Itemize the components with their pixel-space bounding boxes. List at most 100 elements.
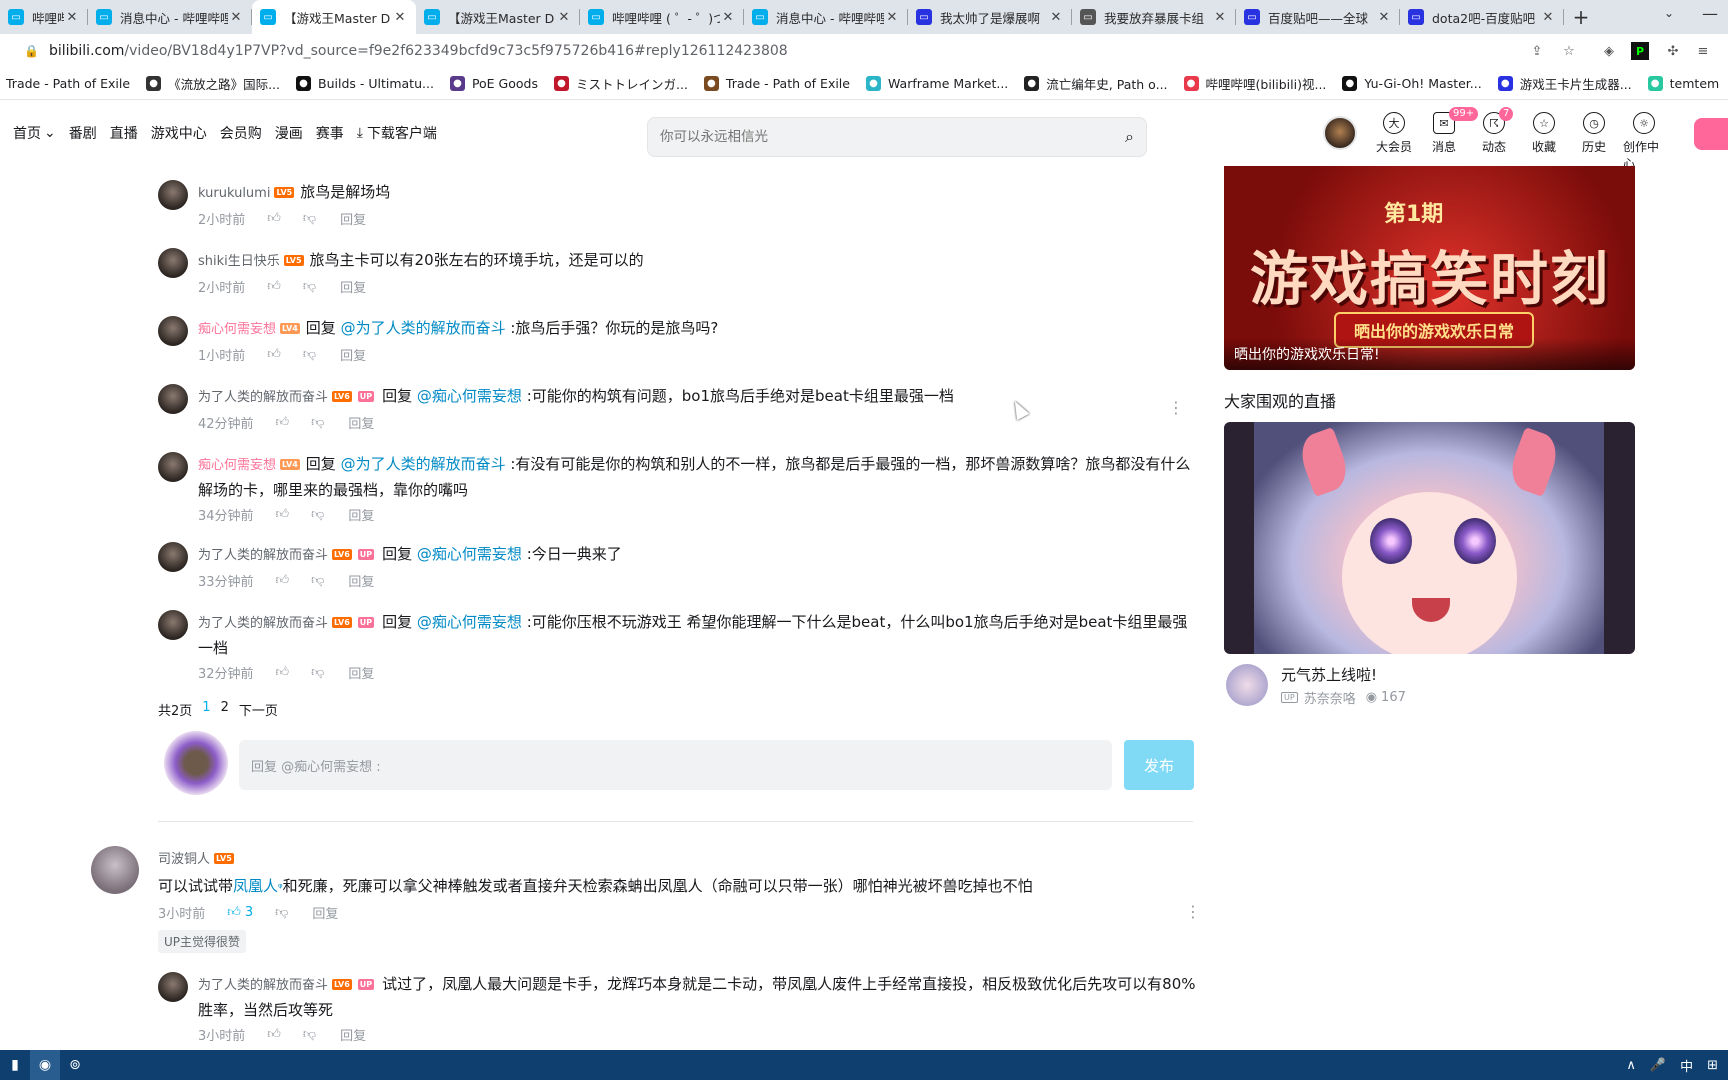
tab-close-icon[interactable]: ✕ <box>392 10 408 25</box>
dislike-icon[interactable]: 👎︎ <box>311 507 324 522</box>
bookmark-item[interactable]: ● ミストトレインガ... <box>553 74 688 93</box>
browser-tab[interactable]: ▭ 【游戏王Master D ✕ <box>416 0 580 34</box>
reply-avatar[interactable] <box>158 610 188 640</box>
extension-p-icon[interactable]: P <box>1631 42 1649 60</box>
reply-button[interactable]: 回复 <box>348 505 374 524</box>
bookmark-item[interactable]: ● PoE Goods <box>449 76 538 91</box>
tab-close-icon[interactable]: ✕ <box>64 10 80 25</box>
nav-item[interactable]: 首页 ⌄ <box>13 123 56 143</box>
reply-username[interactable]: 为了人类的解放而奋斗 <box>198 390 328 405</box>
reply-username[interactable]: 为了人类的解放而奋斗 <box>198 978 328 993</box>
reply-username[interactable]: 痴心何需妄想 <box>198 322 276 337</box>
like-icon[interactable]: 👍︎ <box>267 347 281 362</box>
streamer-name[interactable]: 苏奈奈咯 <box>1304 688 1356 707</box>
reply-input[interactable]: 回复 @痴心何需妄想 : <box>239 740 1112 790</box>
tab-close-icon[interactable]: ✕ <box>1376 10 1392 25</box>
reply-button[interactable]: 回复 <box>340 345 366 364</box>
like-icon[interactable]: 👍︎ <box>276 507 290 522</box>
nav-item[interactable]: 番剧 <box>69 123 97 143</box>
dislike-icon[interactable]: 👎︎ <box>311 415 324 430</box>
page-link[interactable]: 1 <box>202 700 210 719</box>
reply-button[interactable]: 回复 <box>312 903 338 922</box>
microphone-icon[interactable]: 🎤 <box>1650 1058 1666 1073</box>
reply-button[interactable]: 回复 <box>348 663 374 682</box>
window-minimize-icon[interactable]: — <box>1702 4 1718 23</box>
browser-tab[interactable]: ▭ 我太帅了是爆展啊 ✕ <box>908 0 1072 34</box>
like-icon[interactable]: 👍︎ <box>267 211 281 226</box>
browser-tab[interactable]: ▭ 我要放弃暴展卡组 ✕ <box>1072 0 1236 34</box>
tab-close-icon[interactable]: ✕ <box>720 10 736 25</box>
mention-link[interactable]: @痴心何需妄想 <box>417 545 522 563</box>
bookmark-item[interactable]: ● 《流放之路》国际... <box>146 74 280 93</box>
nav-item[interactable]: 直播 <box>110 123 138 143</box>
more-options-icon[interactable]: ⋮ <box>1185 902 1201 921</box>
dislike-icon[interactable]: 👎︎ <box>311 665 324 680</box>
chrome-taskbar-icon[interactable]: ◉ <box>30 1050 60 1080</box>
search-keyword-link[interactable]: 凤凰人 <box>233 877 278 895</box>
search-box[interactable]: ⌕ <box>647 117 1147 157</box>
search-icon[interactable]: ⌕ <box>1125 127 1134 147</box>
reply-button[interactable]: 回复 <box>348 571 374 590</box>
app-taskbar-icon[interactable]: ⊚ <box>60 1050 90 1080</box>
tab-close-icon[interactable]: ✕ <box>1212 10 1228 25</box>
reply-avatar[interactable] <box>158 384 188 414</box>
dislike-icon[interactable]: 👎︎ <box>303 211 316 226</box>
like-icon[interactable]: 👍︎ <box>227 905 241 920</box>
tray-chevron-icon[interactable]: ∧ <box>1626 1058 1636 1073</box>
browser-tab[interactable]: ▭ 哔哩哔哩 ( ゜- ゜)つ ✕ <box>580 0 744 34</box>
mention-link[interactable]: @为了人类的解放而奋斗 <box>341 455 506 473</box>
bookmark-item[interactable]: ● Warframe Market... <box>865 76 1008 91</box>
bookmark-item[interactable]: ● temtem <box>1647 76 1719 91</box>
nav-item[interactable]: 游戏中心 <box>151 123 207 143</box>
reply-username[interactable]: kurukulumi <box>198 186 270 201</box>
nav-item[interactable]: 会员购 <box>220 123 262 143</box>
browser-tab[interactable]: ▭ 【游戏王Master D ✕ <box>252 0 416 34</box>
comment-avatar[interactable] <box>91 846 139 894</box>
send-button[interactable]: 发布 <box>1124 740 1194 790</box>
tab-close-icon[interactable]: ✕ <box>556 10 572 25</box>
reading-list-icon[interactable]: ≡ <box>1694 42 1712 60</box>
bookmark-item[interactable]: ● 流亡编年史, Path o... <box>1024 74 1168 93</box>
url-text[interactable]: bilibili.com/video/BV18d4y1P7VP?vd_sourc… <box>49 43 788 59</box>
search-input[interactable] <box>660 129 1126 145</box>
dislike-icon[interactable]: 👎︎ <box>311 573 324 588</box>
activity-banner[interactable]: 第1期 游戏搞笑时刻 晒出你的游戏欢乐日常 晒出你的游戏欢乐日常! <box>1224 166 1635 370</box>
bookmark-item[interactable]: ● 游戏王卡片生成器... <box>1497 74 1632 93</box>
dislike-icon[interactable]: 👎︎ <box>303 347 316 362</box>
reply-avatar[interactable] <box>158 452 188 482</box>
header-icon-2[interactable]: ☈ 7 动态 <box>1473 107 1515 155</box>
bookmark-item[interactable]: ● Trade - Path of Exile <box>703 76 850 91</box>
address-bar[interactable]: 🔒 bilibili.com/video/BV18d4y1P7VP?vd_sou… <box>0 34 1728 68</box>
reply-button[interactable]: 回复 <box>340 1025 366 1044</box>
tab-close-icon[interactable]: ✕ <box>884 10 900 25</box>
upload-button[interactable] <box>1694 118 1728 150</box>
browser-tab[interactable]: ▭ dota2吧-百度贴吧 ✕ <box>1400 0 1564 34</box>
tab-search-icon[interactable]: ⌄ <box>1664 6 1674 20</box>
header-icon-0[interactable]: 大大会员 <box>1373 112 1415 155</box>
reply-button[interactable]: 回复 <box>348 413 374 432</box>
tab-close-icon[interactable]: ✕ <box>228 10 244 25</box>
browser-tab[interactable]: ▭ 消息中心 - 哔哩哔哩 ✕ <box>744 0 908 34</box>
browser-tab[interactable]: ▭ 哔哩哔哩✕ <box>0 0 88 34</box>
ime-indicator[interactable]: 中 <box>1680 1056 1693 1075</box>
like-icon[interactable]: 👍︎ <box>267 279 281 294</box>
nav-item[interactable]: 赛事 <box>316 123 344 143</box>
like-icon[interactable]: 👍︎ <box>267 1027 281 1042</box>
new-tab-button[interactable]: + <box>1564 0 1598 34</box>
nav-item[interactable]: ⤓ 下载客户端 <box>357 123 437 143</box>
like-icon[interactable]: 👍︎ <box>276 665 290 680</box>
reply-avatar[interactable] <box>158 248 188 278</box>
header-icon-3[interactable]: ☆ 收藏 <box>1523 112 1565 155</box>
live-title[interactable]: 元气苏上线啦! <box>1281 664 1377 685</box>
bookmark-item[interactable]: ● Yu-Gi-Oh! Master... <box>1342 76 1482 91</box>
puzzle-icon[interactable]: ✣ <box>1664 42 1682 60</box>
dislike-icon[interactable]: 👎︎ <box>275 905 288 920</box>
reply-username[interactable]: 痴心何需妄想 <box>198 458 276 473</box>
extension-icon[interactable]: ◈ <box>1600 42 1618 60</box>
tab-close-icon[interactable]: ✕ <box>1048 10 1064 25</box>
streamer-avatar[interactable] <box>1226 664 1268 706</box>
bookmark-star-icon[interactable]: ☆ <box>1560 42 1578 60</box>
reply-username[interactable]: 为了人类的解放而奋斗 <box>198 548 328 563</box>
mention-link[interactable]: @为了人类的解放而奋斗 <box>341 319 506 337</box>
dislike-icon[interactable]: 👎︎ <box>303 1027 316 1042</box>
